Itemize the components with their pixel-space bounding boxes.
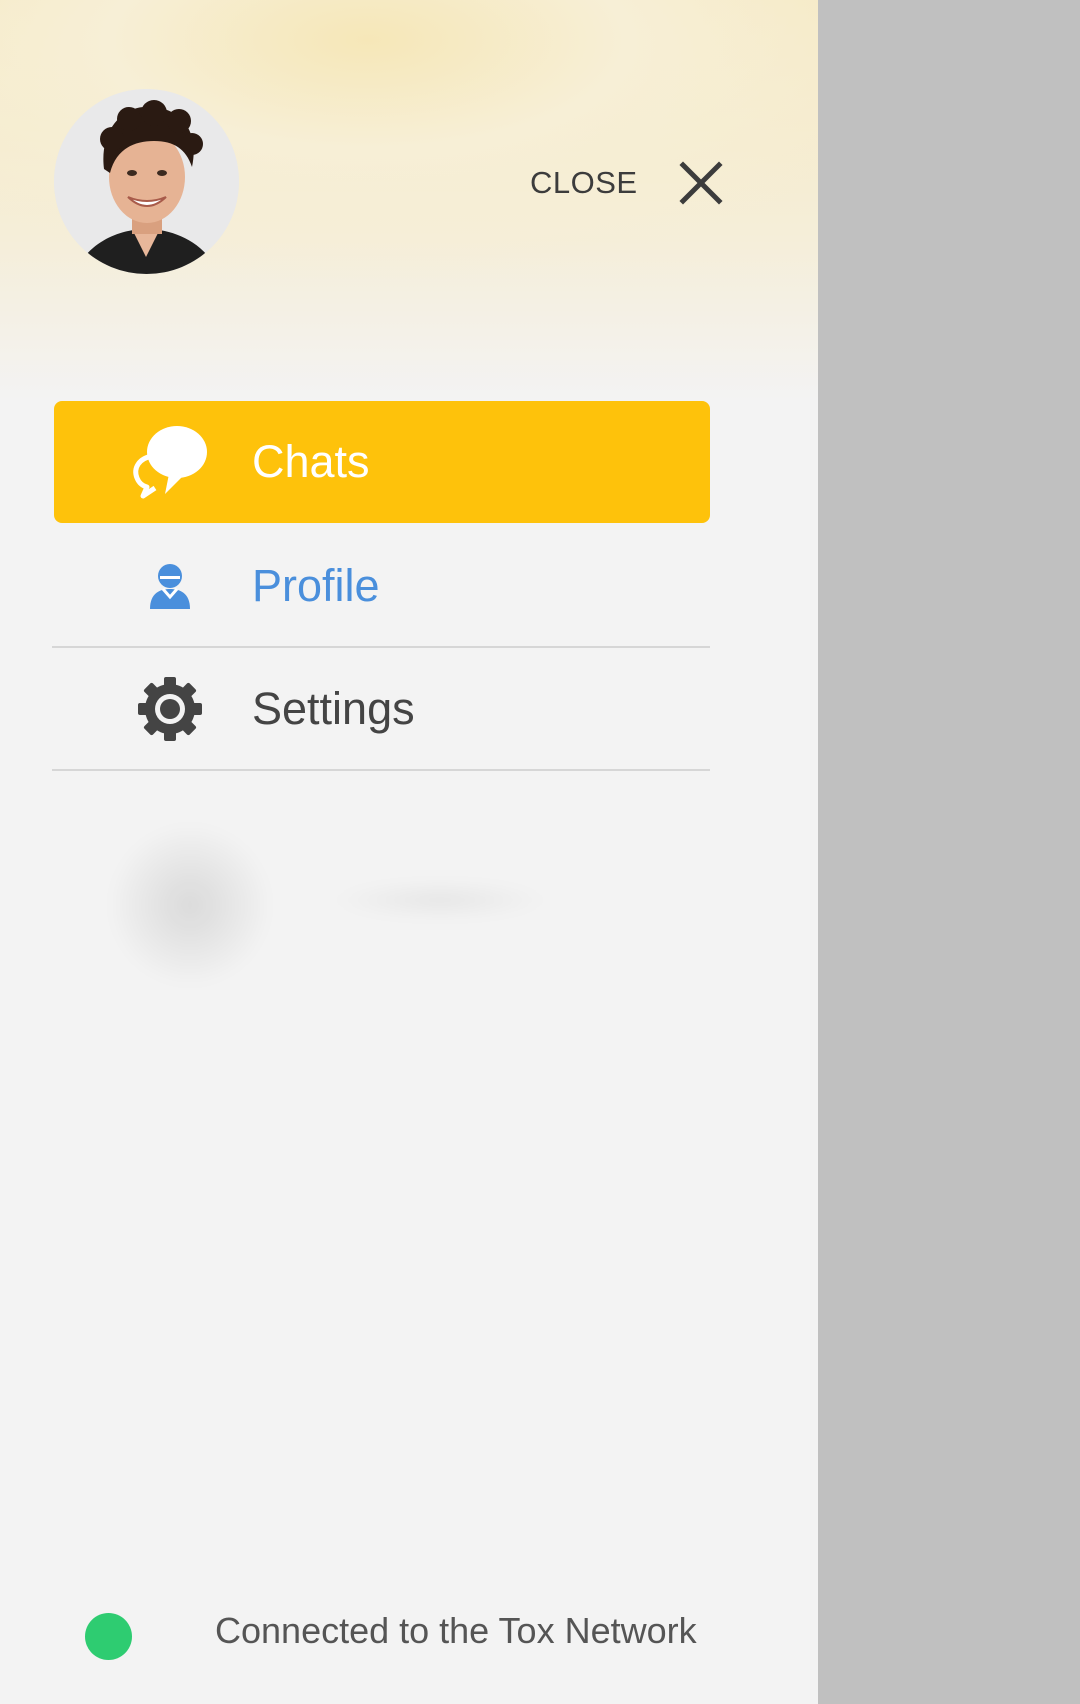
chat-bubbles-icon — [120, 412, 220, 512]
nav-item-label: Profile — [252, 560, 380, 611]
gear-icon — [120, 659, 220, 759]
nav-item-chats[interactable]: Chats — [54, 401, 710, 523]
user-avatar-photo — [54, 89, 239, 274]
avatar[interactable] — [54, 89, 239, 274]
status-text: Connected to the Tox Network — [215, 1610, 697, 1651]
person-icon — [120, 536, 220, 636]
close-label: CLOSE — [530, 165, 638, 200]
divider — [52, 769, 710, 771]
dimmed-overlay[interactable] — [818, 0, 1080, 1704]
blurred-background-shape — [330, 880, 550, 920]
close-icon — [679, 161, 723, 205]
status-indicator-icon — [85, 1613, 132, 1660]
nav-item-settings[interactable]: Settings — [54, 648, 710, 770]
close-button[interactable]: CLOSE — [530, 150, 730, 216]
nav-item-profile[interactable]: Profile — [54, 525, 710, 647]
connection-status: Connected to the Tox Network — [0, 1600, 818, 1670]
nav-item-label: Chats — [252, 436, 370, 487]
nav-item-label: Settings — [252, 683, 415, 734]
navigation-drawer: CLOSE Chats Profile Settings Connected t… — [0, 0, 818, 1704]
blurred-background-shape — [110, 820, 270, 990]
